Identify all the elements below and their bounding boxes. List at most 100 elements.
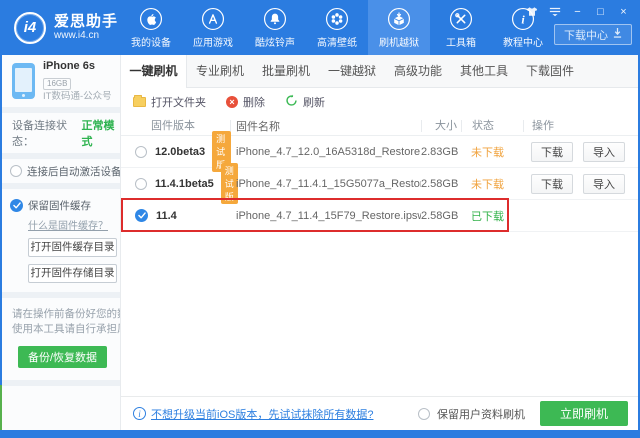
warning-text-line1: 请在操作前备份好您的数据 (12, 307, 120, 322)
refresh-button[interactable]: 刷新 (285, 94, 325, 110)
tab-advanced[interactable]: 高级功能 (385, 55, 451, 87)
nav-label: 高清壁纸 (317, 34, 357, 49)
flash-now-button[interactable]: 立即刷机 (540, 401, 628, 426)
window-bottom-edge (0, 430, 640, 438)
device-panel: iPhone 6s 16GB IT数码通-公众号 (0, 55, 120, 113)
jailbreak-icon (387, 7, 411, 31)
device-name: iPhone 6s (43, 60, 112, 73)
firmware-status: 未下载 (461, 176, 523, 192)
nav-label: 应用游戏 (193, 34, 233, 49)
firmware-select-radio[interactable] (135, 178, 147, 190)
device-capacity-badge: 16GB (43, 78, 71, 90)
firmware-toolbar: 打开文件夹 × 删除 刷新 (121, 88, 640, 116)
desktop-edge-glimpse (0, 385, 2, 430)
firmware-status: 已下载 (461, 208, 523, 224)
firmware-version: 12.0beta3 (155, 146, 205, 158)
empty-area (121, 232, 640, 396)
table-row[interactable]: 11.4.1beta5 测试版 iPhone_4.7_11.4.1_15G507… (121, 168, 640, 200)
maximize-icon[interactable]: □ (594, 5, 607, 18)
auto-activate-label: 连接后自动激活设备 (27, 164, 122, 179)
col-header-size: 大小 (421, 120, 461, 132)
tab-pro-flash[interactable]: 专业刷机 (187, 55, 253, 87)
warning-panel: 请在操作前备份好您的数据 使用本工具请自行承担风险 备份/恢复数据 (0, 298, 120, 386)
keep-cache-option[interactable]: 保留固件缓存 (10, 198, 120, 213)
app-url: www.i4.cn (54, 30, 118, 41)
firmware-filename: iPhone_4.7_12.0_16A5318d_Restore.ipsw (231, 146, 421, 158)
nav-item-apps-games[interactable]: 应用游戏 (182, 0, 244, 55)
firmware-filename: iPhone_4.7_11.4_15F79_Restore.ipsw (231, 210, 421, 222)
firmware-filename: iPhone_4.7_11.4.1_15G5077a_Restore.ipsw (231, 178, 421, 190)
tab-other-tools[interactable]: 其他工具 (451, 55, 517, 87)
nav-item-ringtones[interactable]: 酷炫铃声 (244, 0, 306, 55)
tab-batch-flash[interactable]: 批量刷机 (253, 55, 319, 87)
col-header-action: 操作 (523, 120, 640, 132)
delete-icon: × (226, 96, 238, 108)
download-button[interactable]: 下载 (531, 142, 573, 162)
import-button[interactable]: 导入 (583, 142, 625, 162)
connection-status: 设备连接状态： 正常模式 (0, 113, 120, 159)
close-icon[interactable]: × (617, 5, 630, 18)
iphone-icon (12, 63, 35, 99)
auto-activate-radio[interactable] (10, 165, 22, 177)
backup-restore-button[interactable]: 备份/恢复数据 (18, 346, 107, 368)
sidebar: iPhone 6s 16GB IT数码通-公众号 设备连接状态： 正常模式 连接… (0, 55, 120, 430)
open-folder-button[interactable]: 打开文件夹 (133, 94, 206, 110)
window-left-edge (0, 55, 2, 385)
nav-item-wallpapers[interactable]: 高清壁纸 (306, 0, 368, 55)
warning-text-line2: 使用本工具请自行承担风险 (12, 322, 120, 337)
main-nav: 我的设备 应用游戏 酷炫铃声 高清壁纸 刷机越狱 (120, 0, 554, 55)
tab-one-key-flash[interactable]: 一键刷机 (121, 55, 187, 88)
firmware-selected-radio[interactable] (135, 209, 148, 222)
firmware-size: 2.83GB (421, 146, 461, 158)
firmware-version: 11.4.1beta5 (155, 178, 214, 190)
download-center-label: 下载中心 (564, 27, 608, 43)
info-icon: i (133, 407, 146, 420)
folder-icon (133, 97, 146, 107)
open-storage-dir-button[interactable]: 打开固件存储目录 (28, 264, 117, 283)
bell-icon (263, 7, 287, 31)
nav-item-toolbox[interactable]: 工具箱 (430, 0, 492, 55)
tab-download-firmware[interactable]: 下载固件 (517, 55, 583, 87)
wallpaper-icon (325, 7, 349, 31)
refresh-label: 刷新 (303, 94, 325, 110)
app-title: 爱思助手 (54, 14, 118, 30)
firmware-version: 11.4 (156, 210, 177, 222)
connection-status-label: 设备连接状态： (12, 117, 79, 149)
col-header-version: 固件版本 (121, 120, 231, 132)
menu-icon[interactable] (548, 5, 561, 18)
keep-cache-checkbox[interactable] (10, 199, 23, 212)
nav-item-my-devices[interactable]: 我的设备 (120, 0, 182, 55)
delete-label: 删除 (243, 94, 265, 110)
delete-button[interactable]: × 删除 (226, 94, 265, 110)
firmware-status: 未下载 (461, 144, 523, 160)
footer-bar: i 不想升级当前iOS版本，先试试抹除所有数据? 保留用户资料刷机 立即刷机 (121, 396, 640, 430)
nav-item-flash-jailbreak[interactable]: 刷机越狱 (368, 0, 430, 55)
skin-icon[interactable] (525, 5, 538, 18)
download-button[interactable]: 下载 (531, 174, 573, 194)
open-cache-dir-button[interactable]: 打开固件缓存目录 (28, 238, 117, 257)
firmware-select-radio[interactable] (135, 146, 147, 158)
nav-label: 刷机越狱 (379, 34, 419, 49)
keep-user-data-radio[interactable] (418, 408, 430, 420)
table-row-selected[interactable]: 11.4 iPhone_4.7_11.4_15F79_Restore.ipsw … (121, 200, 640, 232)
cache-help-link[interactable]: 什么是固件缓存？ (28, 217, 108, 232)
nav-label: 工具箱 (446, 34, 476, 49)
toolbox-icon (449, 7, 473, 31)
cache-panel: 保留固件缓存 什么是固件缓存？ 打开固件缓存目录 打开固件存储目录 (0, 189, 120, 298)
window-controls: − □ × (525, 5, 630, 18)
appstore-icon (201, 7, 225, 31)
main-panel: 一键刷机 专业刷机 批量刷机 一键越狱 高级功能 其他工具 下载固件 打开文件夹… (120, 55, 640, 430)
keep-cache-label: 保留固件缓存 (28, 198, 91, 213)
auto-activate-option[interactable]: 连接后自动激活设备 (0, 159, 120, 189)
tab-one-key-jailbreak[interactable]: 一键越狱 (319, 55, 385, 87)
download-center-button[interactable]: 下载中心 (554, 24, 632, 45)
import-button[interactable]: 导入 (583, 174, 625, 194)
keep-user-data-label: 保留用户资料刷机 (437, 406, 525, 422)
download-icon (613, 28, 622, 41)
top-bar: i4 爱思助手 www.i4.cn 我的设备 应用游戏 酷炫铃声 (0, 0, 640, 55)
connection-status-value: 正常模式 (81, 117, 120, 149)
refresh-icon (285, 94, 298, 110)
erase-data-tip-link[interactable]: 不想升级当前iOS版本，先试试抹除所有数据? (151, 406, 373, 422)
minimize-icon[interactable]: − (571, 5, 584, 18)
app-logo: i4 爱思助手 www.i4.cn (14, 12, 118, 44)
